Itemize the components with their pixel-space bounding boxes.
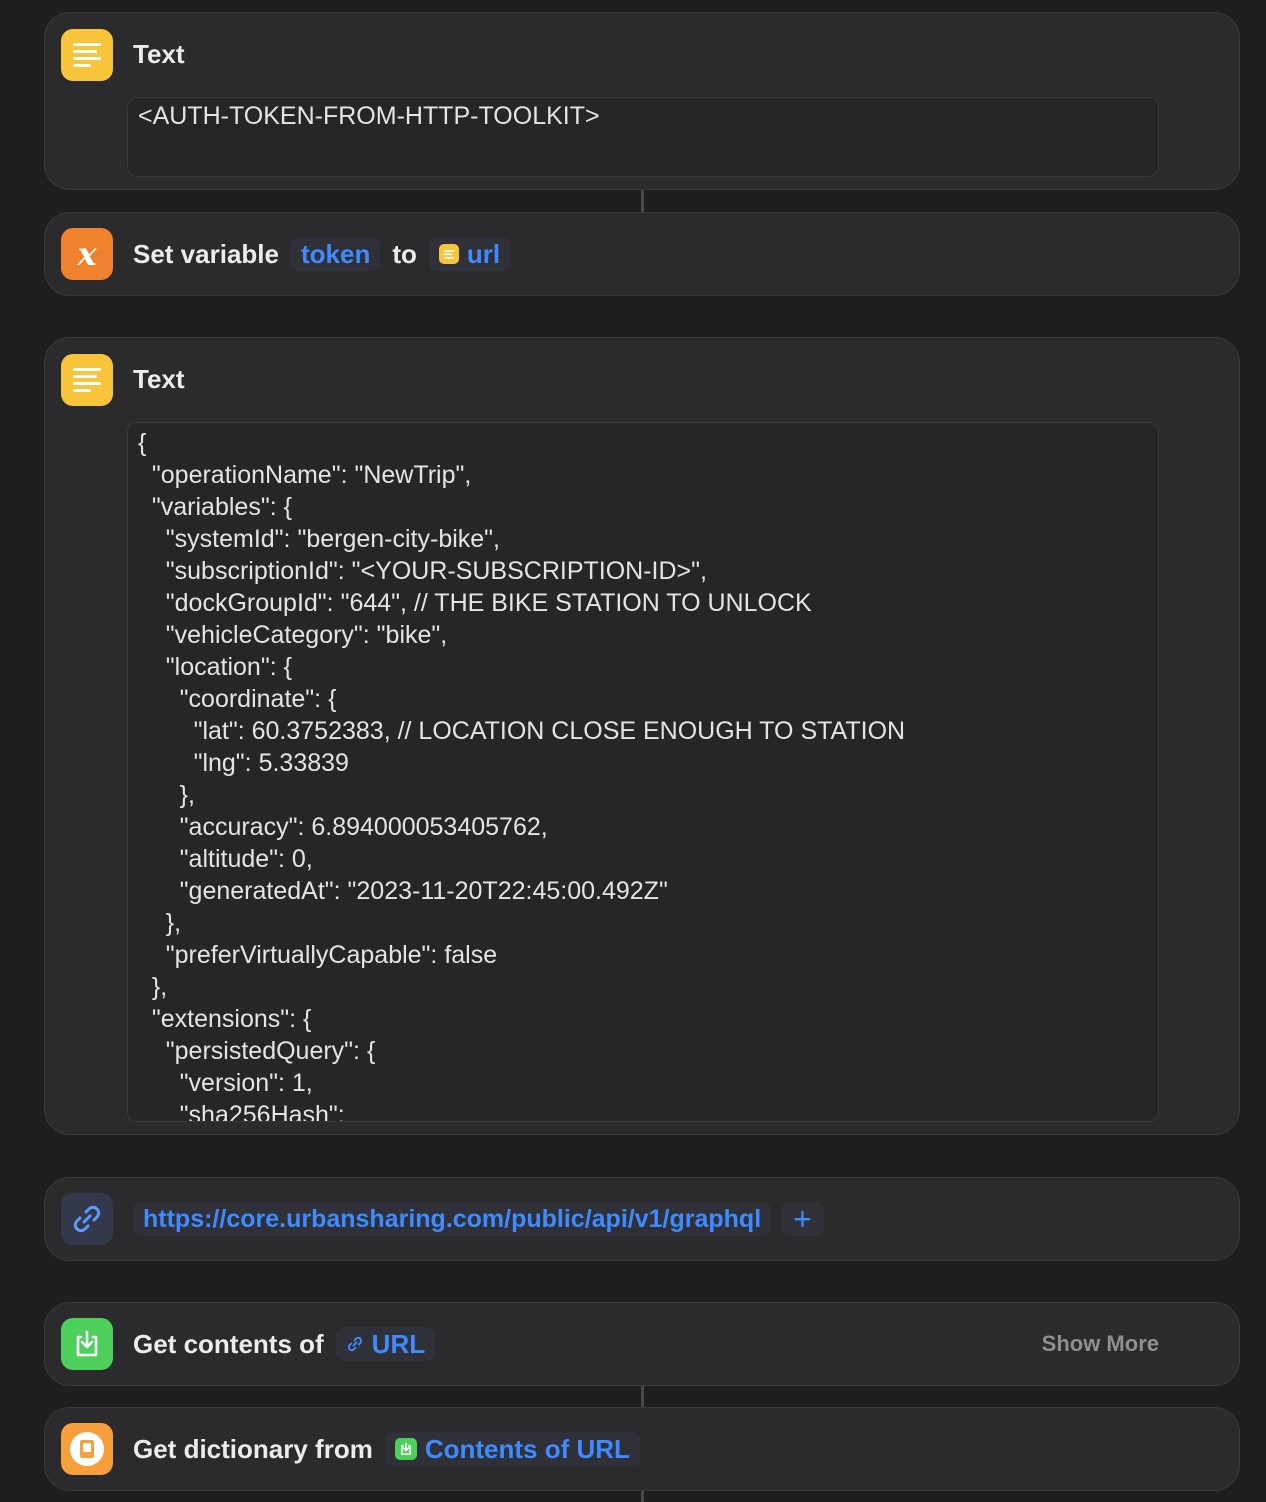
text-input-field[interactable]: { "operationName": "NewTrip", "variables… [127,422,1159,1122]
text-lines-icon [61,29,113,81]
to-label: to [392,238,417,269]
link-icon [61,1193,113,1245]
text-lines-icon [438,244,459,264]
dictionary-book-icon [61,1423,113,1475]
variable-name-text: token [300,238,371,269]
action-title: Text [133,364,185,394]
get-contents-card[interactable]: Get contents of URL Show More [44,1302,1240,1386]
plus-icon: + [793,1200,812,1237]
set-variable-card[interactable]: x Set variable token to url [44,212,1240,296]
add-url-button[interactable]: + [781,1200,824,1237]
text-lines-icon [61,354,113,406]
variable-value-token[interactable]: url [428,237,511,271]
variable-value-text: url [466,238,501,269]
text-input-field[interactable]: <AUTH-TOKEN-FROM-HTTP-TOOLKIT> [127,97,1159,177]
download-tray-icon [61,1318,113,1370]
connector-line [641,1385,644,1407]
action-title: Text [133,39,185,69]
get-contents-row: Get contents of URL [133,1327,436,1361]
url-text: https://core.urbansharing.com/public/api… [143,1204,762,1233]
url-input-token[interactable]: URL [335,1327,436,1361]
get-dictionary-card[interactable]: Get dictionary from Contents of URL [44,1407,1240,1491]
set-variable-label: Set variable [133,238,279,269]
contents-input-text: Contents of URL [424,1433,630,1464]
contents-input-token[interactable]: Contents of URL [384,1432,640,1466]
get-dictionary-row: Get dictionary from Contents of URL [133,1432,640,1466]
show-more-button[interactable]: Show More [1042,1331,1159,1357]
url-action-card[interactable]: https://core.urbansharing.com/public/api… [44,1177,1240,1261]
url-row: https://core.urbansharing.com/public/api… [133,1200,824,1237]
text-action-card[interactable]: Text { "operationName": "NewTrip", "vari… [44,337,1240,1135]
url-token[interactable]: https://core.urbansharing.com/public/api… [133,1202,772,1236]
connector-line [641,190,644,212]
set-variable-row: Set variable token to url [133,237,511,271]
download-tray-icon [394,1438,417,1460]
variable-x-icon: x [61,228,113,280]
variable-name-token[interactable]: token [290,237,381,271]
get-dictionary-label: Get dictionary from [133,1433,373,1464]
text-action-card[interactable]: Text <AUTH-TOKEN-FROM-HTTP-TOOLKIT> [44,12,1240,190]
link-icon [347,1336,362,1352]
url-input-text: URL [371,1328,426,1359]
get-contents-label: Get contents of [133,1328,324,1359]
connector-line [641,1490,644,1502]
